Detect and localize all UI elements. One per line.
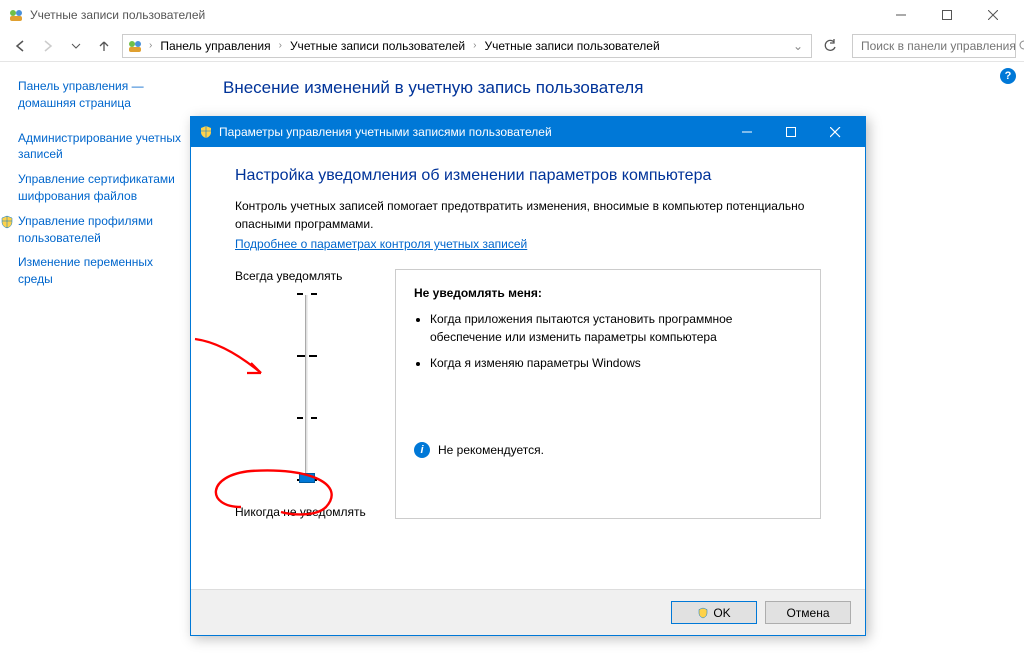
maximize-button[interactable]: [924, 0, 970, 30]
chevron-down-icon[interactable]: ⌄: [789, 39, 807, 53]
ok-button[interactable]: OK: [671, 601, 757, 624]
info-bullet: Когда приложения пытаются установить про…: [430, 310, 802, 346]
breadcrumb-item[interactable]: Учетные записи пользователей: [480, 39, 663, 53]
uac-learn-more-link[interactable]: Подробнее о параметрах контроля учетных …: [235, 237, 527, 251]
cancel-label: Отмена: [786, 606, 829, 620]
dialog-heading: Настройка уведомления об изменении парам…: [235, 167, 821, 185]
dialog-title: Параметры управления учетными записями п…: [219, 125, 552, 139]
search-icon: [1018, 39, 1024, 53]
info-heading: Не уведомлять меня:: [414, 286, 802, 300]
shield-icon: [697, 607, 709, 619]
dialog-description: Контроль учетных записей помогает предот…: [235, 197, 821, 233]
dialog-footer: OK Отмена: [191, 589, 865, 635]
window-title: Учетные записи пользователей: [30, 8, 205, 22]
slider-tick: [297, 293, 317, 295]
info-icon: i: [414, 442, 430, 458]
uac-info-panel: Не уведомлять меня: Когда приложения пыт…: [395, 269, 821, 519]
help-icon[interactable]: ?: [1000, 68, 1016, 84]
cancel-button[interactable]: Отмена: [765, 601, 851, 624]
breadcrumb[interactable]: › Панель управления › Учетные записи пол…: [122, 34, 812, 58]
chevron-right-icon: ›: [469, 40, 480, 51]
shield-icon: [0, 215, 14, 229]
navigation-bar: › Панель управления › Учетные записи пол…: [0, 30, 1024, 62]
slider-label-top: Всегда уведомлять: [235, 269, 385, 283]
close-button[interactable]: [970, 0, 1016, 30]
dialog-body: Настройка уведомления об изменении парам…: [191, 147, 865, 589]
info-bullet: Когда я изменяю параметры Windows: [430, 354, 802, 372]
slider-thumb[interactable]: [299, 473, 315, 483]
shield-icon: [199, 125, 213, 139]
chevron-right-icon: ›: [275, 40, 286, 51]
breadcrumb-item[interactable]: Панель управления: [156, 39, 274, 53]
recent-dropdown-icon[interactable]: [64, 34, 88, 58]
sidebar-link-certs[interactable]: Управление сертификатами шифрования файл…: [18, 167, 183, 209]
sidebar-link-env[interactable]: Изменение переменных среды: [18, 250, 183, 292]
chevron-right-icon: ›: [145, 40, 156, 51]
uac-dialog: Параметры управления учетными записями п…: [190, 116, 866, 636]
search-box[interactable]: [852, 34, 1016, 58]
back-button[interactable]: [8, 34, 32, 58]
slider-tick: [297, 355, 317, 357]
sidebar-link-home[interactable]: Панель управления — домашняя страница: [18, 74, 183, 116]
slider-tick: [297, 417, 317, 419]
minimize-button[interactable]: [878, 0, 924, 30]
slider-column: Всегда уведомлять Никогда не уведомлять: [235, 269, 385, 519]
dialog-maximize-button[interactable]: [769, 117, 813, 147]
breadcrumb-item[interactable]: Учетные записи пользователей: [286, 39, 469, 53]
slider-track: [305, 295, 308, 481]
search-input[interactable]: [859, 38, 1018, 54]
slider-label-bottom: Никогда не уведомлять: [235, 505, 385, 519]
user-accounts-icon: [127, 38, 143, 54]
dialog-minimize-button[interactable]: [725, 117, 769, 147]
user-accounts-icon: [8, 7, 24, 23]
up-button[interactable]: [92, 34, 116, 58]
slider-area: Всегда уведомлять Никогда не уведомлять …: [235, 269, 821, 519]
dialog-close-button[interactable]: [813, 117, 857, 147]
info-footer: i Не рекомендуется.: [414, 442, 802, 458]
ok-label: OK: [713, 606, 730, 620]
window-titlebar: Учетные записи пользователей: [0, 0, 1024, 30]
sidebar-link-profiles[interactable]: Управление профилями пользователей: [0, 209, 183, 251]
uac-slider[interactable]: [275, 291, 335, 491]
dialog-titlebar: Параметры управления учетными записями п…: [191, 117, 865, 147]
forward-button[interactable]: [36, 34, 60, 58]
sidebar-link-admin[interactable]: Администрирование учетных записей: [18, 126, 183, 168]
refresh-button[interactable]: [818, 34, 842, 58]
sidebar: Панель управления — домашняя страница Ад…: [18, 74, 193, 292]
info-foot-text: Не рекомендуется.: [438, 443, 544, 457]
page-title: Внесение изменений в учетную запись поль…: [193, 74, 643, 108]
